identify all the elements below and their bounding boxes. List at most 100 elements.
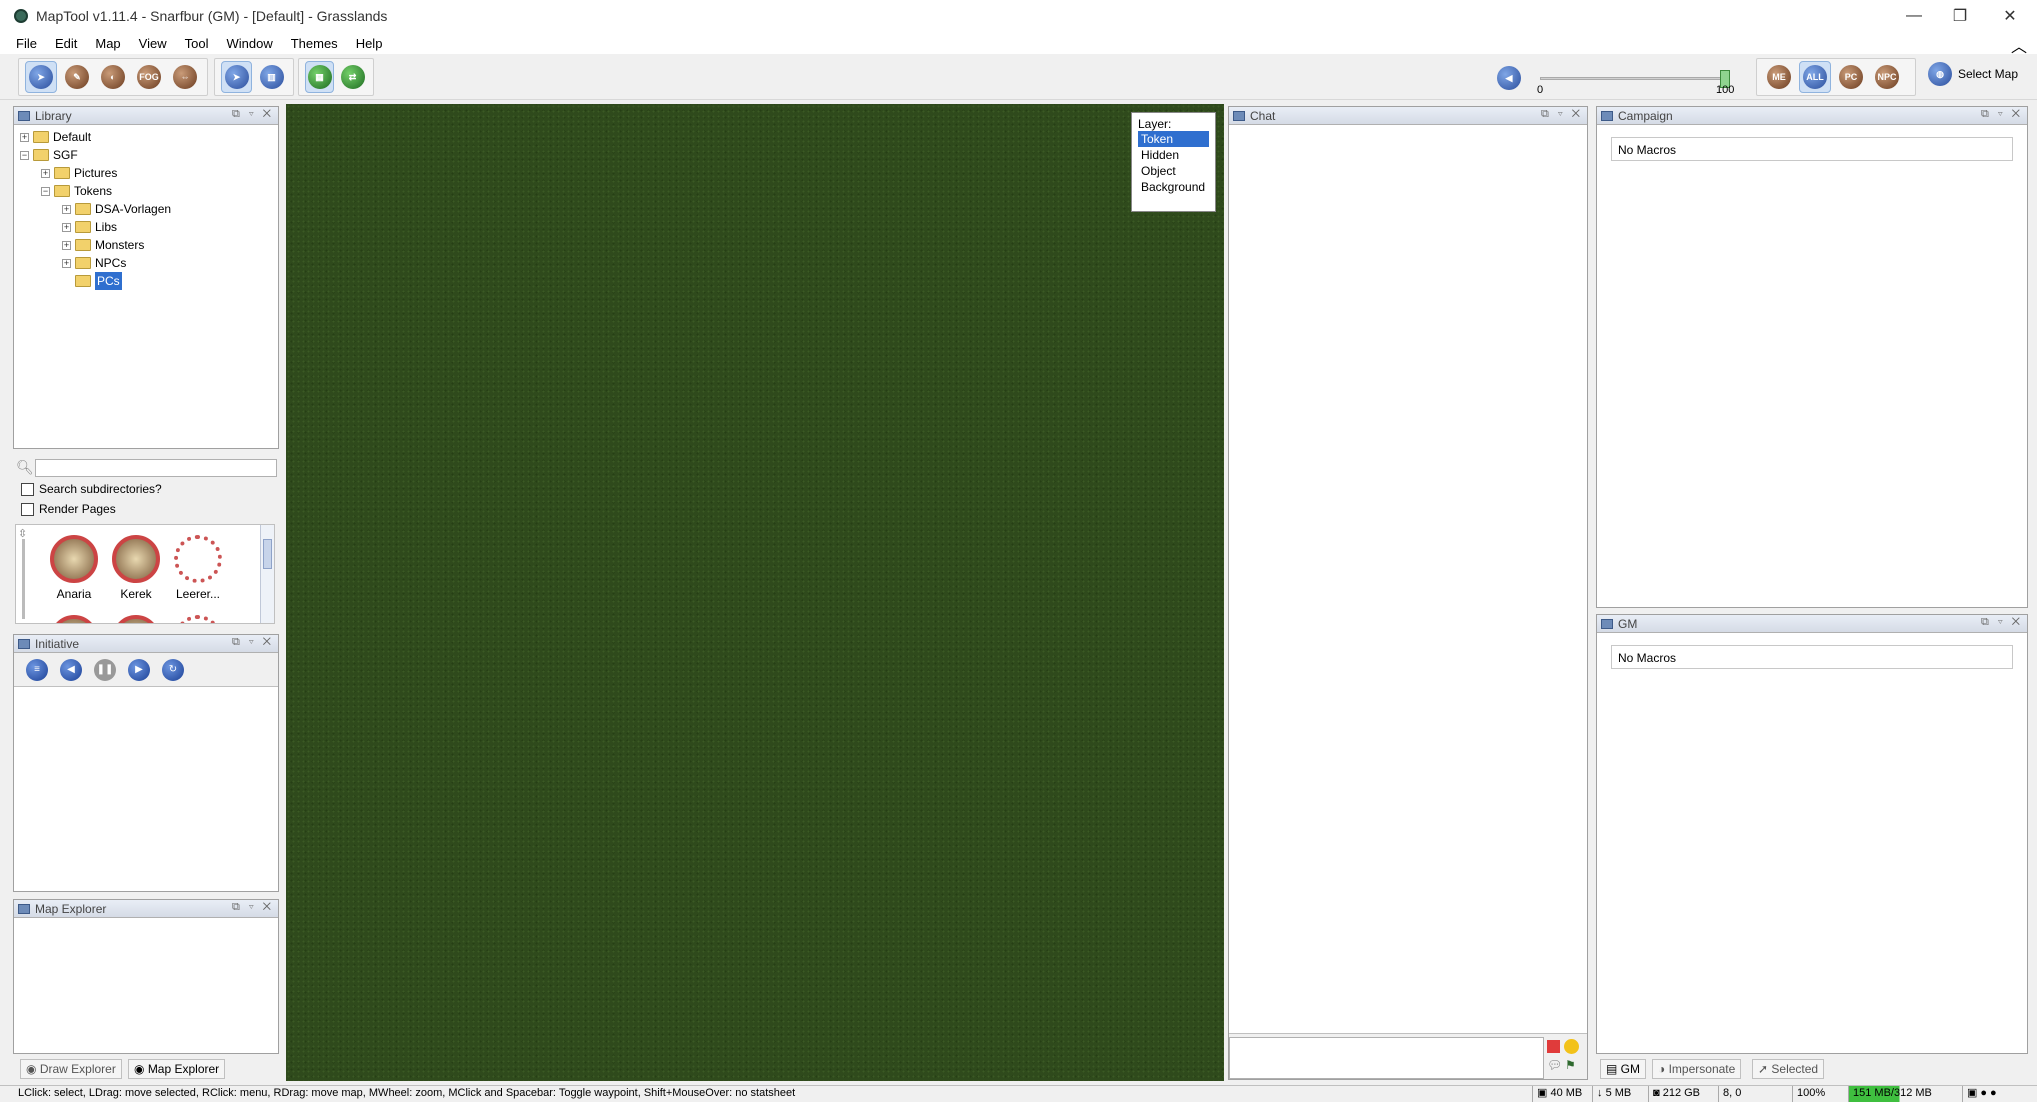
status-memory[interactable]: 151 MB/312 MB [1848, 1086, 1954, 1102]
pointer-tool-button[interactable]: ➤ [25, 61, 57, 93]
token-kerek[interactable] [112, 535, 160, 583]
panel-controls-icon[interactable]: ⧉ ▿ ✕ [232, 108, 274, 121]
view-me-button[interactable]: ME [1763, 61, 1795, 93]
status-indicators-icon: ▣●● [1962, 1086, 2024, 1102]
initiative-prev-button[interactable]: ◀ [60, 658, 82, 681]
topology-tool-button[interactable]: ⇔ [169, 61, 201, 93]
initiative-panel: Initiative ⧉ ▿ ✕ ≡ ◀ ❚❚ ▶ ↻ [13, 634, 279, 892]
select-map-button[interactable]: ◍ Select Map [1928, 62, 2018, 86]
status-cache: ▣ 40 MB [1532, 1086, 1586, 1102]
view-pc-button[interactable]: PC [1835, 61, 1867, 93]
tree-item-monsters[interactable]: + Monsters [14, 236, 278, 254]
gm-header: GM ⧉ ▿ ✕ [1597, 615, 2027, 633]
initiative-next-button[interactable]: ▶ [128, 658, 150, 681]
tree-item-default[interactable]: + Default [14, 128, 278, 146]
tab-gm[interactable]: ▤ GM [1600, 1059, 1647, 1079]
tab-draw-explorer[interactable]: ◉ Draw Explorer [20, 1059, 122, 1079]
initiative-pause-button[interactable]: ❚❚ [94, 658, 116, 681]
tree-item-tokens[interactable]: − Tokens [14, 182, 278, 200]
menu-view[interactable]: View [139, 36, 167, 51]
menu-window[interactable]: Window [226, 36, 272, 51]
layer-option-token[interactable]: Token [1138, 131, 1209, 147]
minimize-button[interactable]: — [1891, 0, 1937, 32]
expand-icon[interactable]: + [20, 132, 29, 142]
library-search-input[interactable] [35, 459, 277, 477]
expand-icon[interactable]: + [62, 240, 71, 250]
initiative-reset-button[interactable]: ↻ [162, 658, 184, 681]
chat-title: Chat [1250, 108, 1276, 123]
text-color-icon[interactable] [1547, 1040, 1560, 1053]
menu-themes[interactable]: Themes [291, 36, 338, 51]
panel-controls-icon[interactable]: ⧉ ▿ ✕ [1981, 108, 2023, 121]
menu-file[interactable]: File [16, 36, 37, 51]
tab-selected[interactable]: ➚ Selected [1752, 1059, 1825, 1079]
checkbox-box[interactable] [21, 482, 34, 496]
view-npc-button[interactable]: NPC [1871, 61, 1903, 93]
tree-item-pictures[interactable]: + Pictures [14, 164, 278, 182]
view-all-button[interactable]: ALL [1799, 61, 1831, 93]
scroll-thumb[interactable] [263, 539, 272, 569]
search-subdirectories-checkbox[interactable]: Search subdirectories? [21, 479, 162, 499]
maximize-button[interactable]: ❐ [1937, 0, 1983, 32]
lock-opacity-button[interactable]: ◀ [1497, 66, 1521, 90]
opacity-slider[interactable] [1540, 70, 1730, 88]
tab-map-explorer[interactable]: ◉ Map Explorer [128, 1059, 226, 1079]
panel-controls-icon[interactable]: ⧉ ▿ ✕ [1541, 108, 1583, 121]
folder-icon [75, 221, 91, 233]
select-map-label: Select Map [1958, 67, 2019, 81]
layer-option-background[interactable]: Background [1138, 179, 1209, 195]
token-partial[interactable] [50, 615, 98, 623]
layer-option-hidden[interactable]: Hidden [1138, 147, 1209, 163]
app-icon [14, 9, 28, 23]
panel-controls-icon[interactable]: ⧉ ▿ ✕ [1981, 616, 2023, 629]
expand-icon[interactable]: + [62, 222, 71, 232]
tab-impersonate[interactable]: ◑ Impersonate [1652, 1059, 1742, 1079]
menu-map[interactable]: Map [95, 36, 120, 51]
map-canvas[interactable] [286, 104, 1224, 1081]
tree-item-sgf[interactable]: − SGF [14, 146, 278, 164]
link-option-button[interactable]: ⇄ [338, 61, 367, 93]
token-partial[interactable] [174, 615, 222, 623]
speech-bubble-icon[interactable]: 💬︎ [1547, 1058, 1562, 1072]
menu-tool[interactable]: Tool [185, 36, 209, 51]
fog-tool-button[interactable]: FOG [133, 61, 165, 93]
tree-item-npcs[interactable]: + NPCs [14, 254, 278, 272]
expand-icon[interactable]: + [41, 168, 50, 178]
mask-icon: ◑ [1658, 1062, 1669, 1076]
panel-controls-icon[interactable]: ⧉ ▿ ✕ [232, 636, 274, 649]
tree-item-dsa-vorlagen[interactable]: + DSA-Vorlagen [14, 200, 278, 218]
window-title: MapTool v1.11.4 - Snarfbur (GM) - [Defau… [36, 8, 388, 24]
tree-item-pcs[interactable]: PCs [14, 272, 278, 290]
close-button[interactable]: ✕ [1987, 0, 2033, 32]
flag-icon[interactable]: ⚑ [1565, 1058, 1576, 1072]
expand-icon[interactable]: + [62, 204, 71, 214]
panel-controls-icon[interactable]: ⧉ ▿ ✕ [232, 901, 274, 914]
campaign-no-macros: No Macros [1611, 137, 2013, 161]
grid-option-button[interactable]: ▦ [305, 61, 335, 93]
chat-input[interactable] [1229, 1037, 1544, 1079]
token-anaria[interactable] [50, 535, 98, 583]
collapse-icon[interactable]: − [41, 186, 50, 196]
collapse-icon[interactable]: − [20, 150, 29, 160]
select-option-button[interactable]: ➤ [221, 61, 253, 93]
draw-tool-button[interactable]: ✎ [61, 61, 93, 93]
checkbox-box[interactable] [21, 502, 34, 516]
campaign-title: Campaign [1618, 108, 1673, 123]
token-label-anaria: Anaria [56, 587, 92, 601]
emoji-icon[interactable] [1564, 1039, 1579, 1054]
render-pages-checkbox[interactable]: Render Pages [21, 499, 116, 519]
initiative-menu-button[interactable]: ≡ [26, 658, 48, 681]
menu-help[interactable]: Help [356, 36, 383, 51]
token-partial[interactable] [112, 615, 160, 623]
expand-icon[interactable]: + [62, 258, 71, 268]
layer-option-object[interactable]: Object [1138, 163, 1209, 179]
measure-option-button[interactable]: ▥ [256, 61, 287, 93]
tool-group-main: ➤ ✎ ◐ FOG ⇔ [18, 58, 208, 96]
menu-edit[interactable]: Edit [55, 36, 77, 51]
template-tool-button[interactable]: ◐ [97, 61, 129, 93]
gallery-scrollbar[interactable] [260, 525, 274, 623]
token-leerer[interactable] [174, 535, 222, 583]
gallery-size-slider[interactable] [22, 539, 25, 619]
tree-item-libs[interactable]: + Libs [14, 218, 278, 236]
status-assets: ↓ 5 MB [1592, 1086, 1635, 1102]
